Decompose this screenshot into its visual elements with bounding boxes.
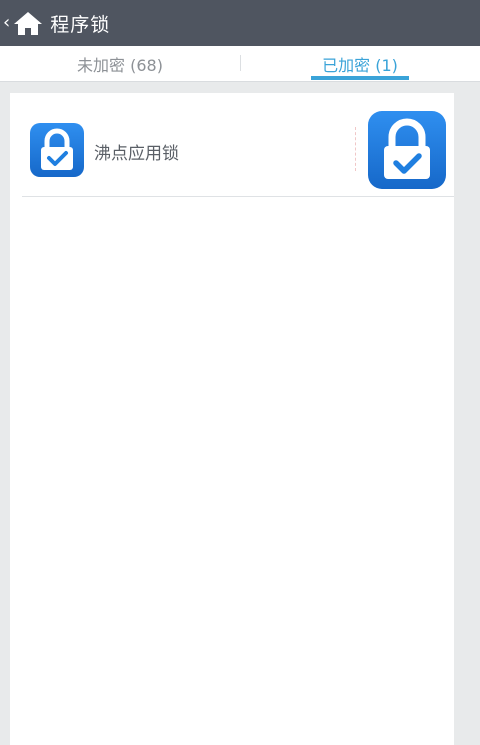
active-tab-indicator xyxy=(311,76,409,80)
list-item[interactable]: 沸点应用锁 xyxy=(10,93,454,196)
back-chevron-icon[interactable]: ‹ xyxy=(3,14,10,32)
padlock-check-icon xyxy=(30,123,84,177)
row-divider-dashed xyxy=(355,127,356,171)
tab-divider xyxy=(240,55,241,71)
page-title: 程序锁 xyxy=(50,13,111,36)
app-name: 沸点应用锁 xyxy=(94,144,179,164)
tab-unencrypted[interactable]: 未加密 (68) xyxy=(0,46,240,81)
row-separator xyxy=(22,196,454,197)
lock-toggle-button[interactable] xyxy=(368,111,446,189)
title-bar: ‹ 程序锁 xyxy=(0,0,480,46)
tab-bar: 未加密 (68) 已加密 (1) xyxy=(0,46,480,82)
home-icon[interactable] xyxy=(12,9,44,37)
app-list: 沸点应用锁 xyxy=(10,93,454,745)
scroll-track[interactable] xyxy=(454,93,472,745)
